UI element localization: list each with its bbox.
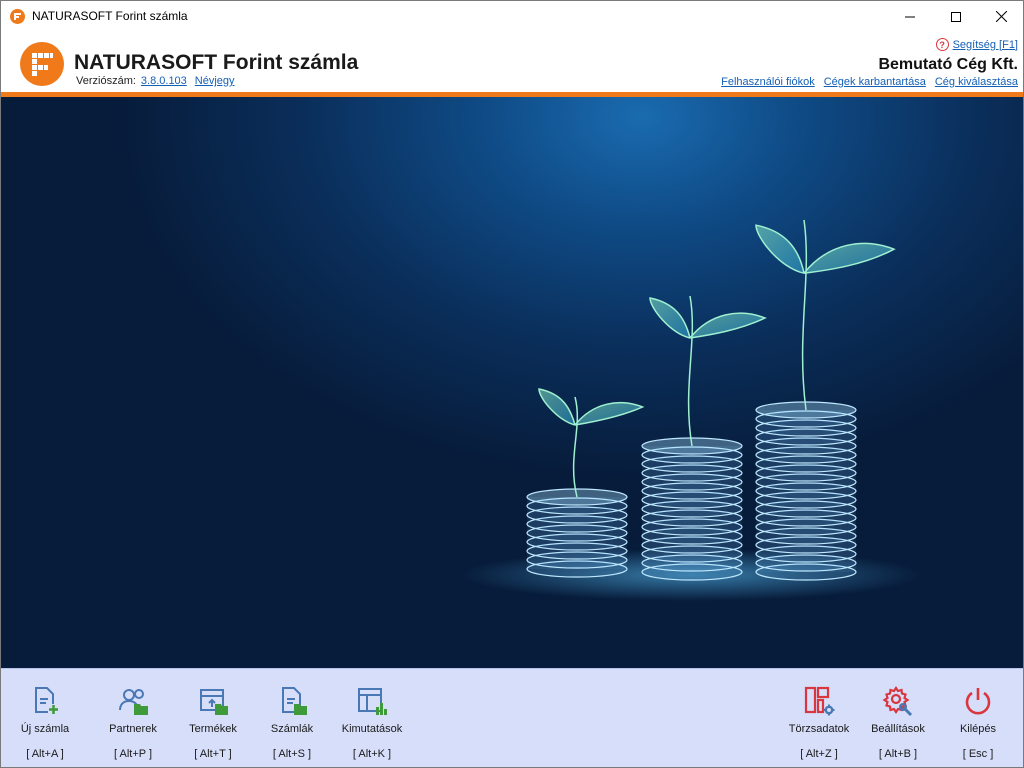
question-icon: ?	[935, 38, 949, 51]
company-name: Bemutató Cég Kft.	[878, 56, 1018, 73]
products-icon	[200, 689, 228, 715]
partners-label: Partnerek	[109, 723, 157, 735]
maximize-icon	[951, 11, 961, 22]
header-links: Felhasználói fiókok Cégek karbantartása …	[721, 76, 1018, 88]
partners-icon	[119, 689, 148, 715]
exit-label: Kilépés	[959, 723, 997, 735]
plant-stem	[687, 295, 694, 447]
products-label: Termékek	[189, 723, 237, 735]
version-link[interactable]: 3.8.0.103	[141, 75, 187, 87]
plant-leaf	[689, 312, 767, 339]
new-invoice-button[interactable]: Új számla [ Alt+A ]	[4, 679, 86, 765]
invoices-button[interactable]: Számlák [ Alt+S ]	[251, 679, 333, 765]
exit-button[interactable]: Kilépés [ Esc ]	[937, 679, 1019, 765]
main-toolbar: Új számla [ Alt+A ] Partnerek [ Alt+P ]	[1, 668, 1023, 767]
help-link-group[interactable]: ? Segítség [F1]	[935, 38, 1018, 51]
app-icon[interactable]	[10, 9, 25, 24]
invoices-icon	[282, 687, 307, 715]
select-company-link[interactable]: Cég kiválasztása	[935, 76, 1018, 88]
title-bar[interactable]: NATURASOFT Forint számla	[1, 1, 1023, 32]
invoices-shortcut: [ Alt+S ]	[272, 748, 312, 760]
settings-shortcut: [ Alt+B ]	[878, 748, 918, 760]
reports-label: Kimutatások	[341, 723, 403, 735]
plant-leaf	[649, 297, 691, 339]
user-accounts-link[interactable]: Felhasználói fiókok	[721, 76, 815, 88]
app-name: NATURASOFT Forint számla	[74, 51, 359, 74]
plant-leaf	[803, 242, 896, 274]
plant-leaf	[755, 224, 805, 274]
minimize-button[interactable]	[887, 1, 933, 32]
settings-button[interactable]: Beállítások [ Alt+B ]	[857, 679, 939, 765]
reports-button[interactable]: Kimutatások [ Alt+K ]	[331, 679, 413, 765]
partners-shortcut: [ Alt+P ]	[113, 748, 153, 760]
exit-shortcut: [ Esc ]	[962, 748, 994, 760]
settings-label: Beállítások	[871, 723, 925, 735]
company-maintenance-link[interactable]: Cégek karbantartása	[824, 76, 926, 88]
new-invoice-shortcut: [ Alt+A ]	[26, 748, 64, 760]
help-link[interactable]: Segítség [F1]	[953, 39, 1018, 51]
close-button[interactable]	[978, 1, 1023, 32]
master-data-label: Törzsadatok	[788, 723, 850, 735]
settings-icon	[882, 686, 913, 717]
about-link[interactable]: Névjegy	[195, 75, 235, 87]
coins-plants-illustration	[461, 219, 921, 601]
partners-button[interactable]: Partnerek [ Alt+P ]	[92, 679, 174, 765]
plant-leaf	[538, 388, 576, 426]
window-title: NATURASOFT Forint számla	[32, 9, 188, 23]
invoices-label: Számlák	[270, 723, 314, 735]
master-data-shortcut: [ Alt+Z ]	[800, 748, 838, 760]
version-label: Verziószám:	[76, 75, 136, 87]
new-invoice-icon	[35, 687, 59, 715]
new-invoice-label: Új számla	[20, 723, 70, 735]
products-button[interactable]: Termékek [ Alt+T ]	[172, 679, 254, 765]
maximize-button[interactable]	[933, 1, 979, 32]
app-header: NATURASOFT Forint számla Verziószám: 3.8.…	[1, 32, 1023, 92]
app-window: NATURASOFT Forint számla NATURASOFT Fori…	[0, 0, 1024, 768]
reports-shortcut: [ Alt+K ]	[352, 748, 392, 760]
reports-icon	[358, 688, 387, 715]
products-shortcut: [ Alt+T ]	[194, 748, 232, 760]
naturasoft-logo	[20, 42, 64, 86]
master-data-icon	[804, 686, 835, 716]
banner-image	[1, 97, 1023, 668]
plant-stem	[572, 396, 579, 498]
plant-leaf	[574, 401, 645, 426]
plant-stem	[801, 219, 808, 411]
minimize-icon	[905, 16, 915, 17]
master-data-button[interactable]: Törzsadatok [ Alt+Z ]	[778, 679, 860, 765]
close-icon	[995, 11, 1007, 22]
version-row: Verziószám: 3.8.0.103 Névjegy	[76, 75, 235, 87]
